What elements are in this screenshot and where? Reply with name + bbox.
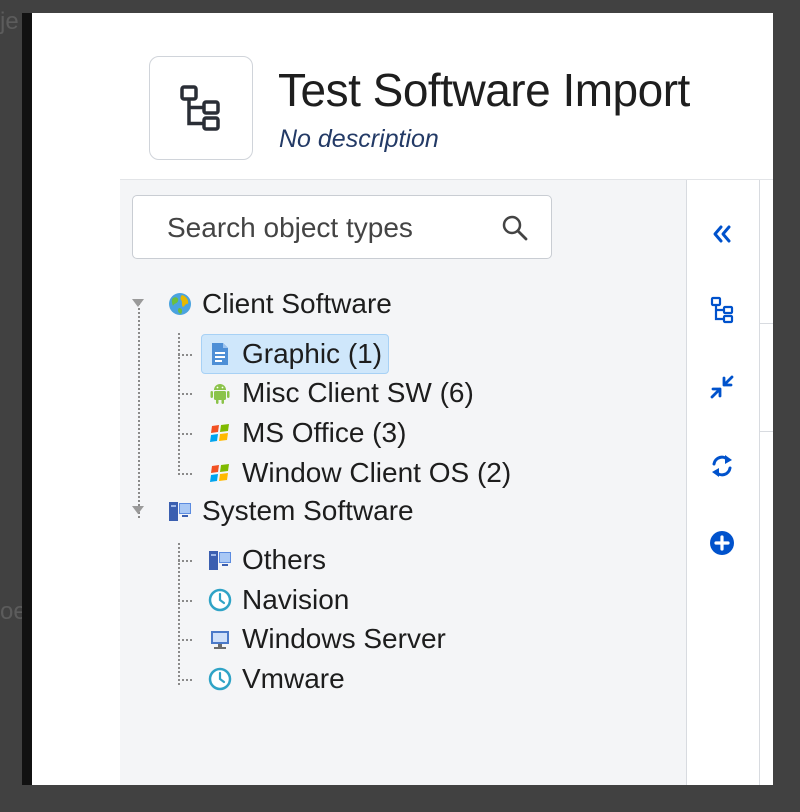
windows-flag-icon (208, 421, 232, 445)
tree-node-ms-office[interactable]: MS Office (3) (208, 414, 406, 452)
hierarchy-icon (149, 56, 253, 160)
tree-node-windows-server[interactable]: Windows Server (208, 620, 446, 658)
tree-guide-line (178, 393, 192, 395)
search-input[interactable]: Search object types (132, 195, 552, 259)
tree-node-others[interactable]: Others (208, 541, 326, 579)
tree-guide-line (178, 639, 192, 641)
content-divider (760, 431, 773, 432)
collapse-panel-button[interactable] (707, 219, 737, 249)
globe-icon (168, 292, 192, 316)
object-schema-window: Test Software Import No description Sear… (32, 13, 773, 785)
tree-node-label: Graphic (1) (242, 338, 383, 369)
tree-node-label: Window Client OS (2) (242, 457, 512, 488)
tree-guide-line (178, 433, 192, 435)
collapse-panel-icon (713, 225, 731, 243)
tree-node-graphic[interactable]: Graphic (1) (201, 334, 390, 374)
tree-node-label: System Software (202, 495, 414, 526)
tree-guide-line (178, 354, 192, 356)
tree-guide-line (178, 679, 192, 681)
tree-node-vmware[interactable]: Vmware (208, 660, 345, 698)
search-icon[interactable] (501, 214, 529, 242)
expand-toggle-icon[interactable] (131, 503, 145, 517)
monitor-icon (208, 627, 232, 651)
tree-node-label: Client Software (202, 288, 392, 319)
tree-guide-line (138, 303, 140, 518)
add-circle-icon (710, 531, 734, 555)
compress-button[interactable] (707, 372, 737, 402)
tree-guide-line (178, 560, 192, 562)
tree-node-system-software[interactable]: System Software (168, 492, 414, 530)
tree-guide-line (178, 473, 192, 475)
page-title: Test Software Import (278, 64, 690, 116)
tree-node-window-client-os[interactable]: Window Client OS (2) (208, 454, 511, 492)
refresh-button[interactable] (707, 451, 737, 481)
tree-node-label: Windows Server (242, 623, 446, 654)
expand-toggle-icon[interactable] (131, 296, 145, 310)
android-icon (208, 381, 232, 405)
tree-node-label: Misc Client SW (6) (242, 377, 474, 408)
page-description: No description (279, 125, 439, 153)
tree-guide-line (178, 543, 180, 685)
add-button[interactable] (707, 528, 737, 558)
clock-icon (208, 588, 232, 612)
tree-node-misc-client-sw[interactable]: Misc Client SW (6) (208, 374, 474, 412)
tree-node-client-software[interactable]: Client Software (168, 285, 392, 323)
tree-node-navision[interactable]: Navision (208, 581, 349, 619)
sidebar-toolbar (687, 180, 759, 785)
content-divider (760, 323, 773, 324)
search-placeholder: Search object types (167, 212, 413, 243)
toolbar-divider (759, 180, 760, 785)
refresh-icon (712, 455, 732, 477)
tree-guide-line (178, 600, 192, 602)
tree-node-label: Navision (242, 584, 350, 615)
tree-node-label: Vmware (242, 663, 345, 694)
hierarchy-icon (710, 296, 734, 324)
computer-icon (168, 499, 192, 523)
hierarchy-view-button[interactable] (707, 295, 737, 325)
tree-node-label: Others (242, 544, 327, 575)
computer-icon (208, 548, 232, 572)
windows-flag-icon (208, 461, 232, 485)
document-icon (208, 342, 232, 366)
tree-node-label: MS Office (3) (242, 417, 407, 448)
compress-icon (710, 375, 734, 399)
clock-icon (208, 667, 232, 691)
window-edge (22, 13, 32, 785)
